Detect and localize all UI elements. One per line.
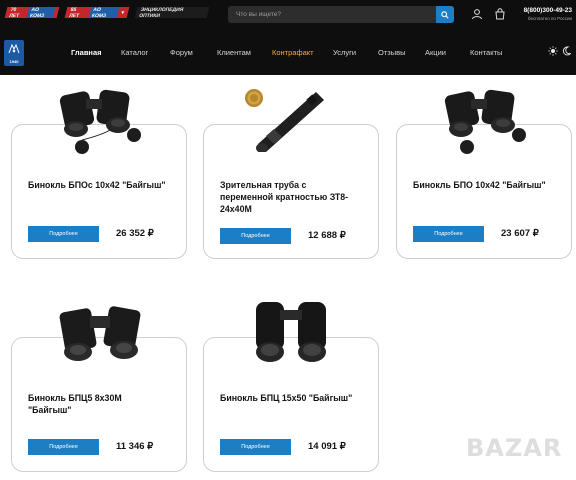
optics-encyclopedia-link[interactable]: ЭНЦИКЛОПЕДИЯ ОПТИКИ <box>134 6 210 19</box>
binoculars-image[interactable] <box>56 300 146 366</box>
sun-icon[interactable] <box>548 46 558 56</box>
product-title[interactable]: Бинокль БПЦ 15х50 "Байгыш" <box>220 392 370 404</box>
search-input[interactable] <box>228 6 436 23</box>
details-button[interactable]: Подробнее <box>220 228 291 244</box>
bazar-watermark: BAZAR <box>466 434 563 462</box>
chevron-down-icon: ▾ <box>120 9 125 16</box>
binoculars-image[interactable] <box>250 296 334 368</box>
nav-item-contacts[interactable]: Контакты <box>470 48 502 57</box>
logo-emblem-icon <box>8 43 20 54</box>
nav-item-home[interactable]: Главная <box>71 48 102 57</box>
logo-year: 1940 <box>9 59 19 64</box>
badge-label: 70 ЛЕТ <box>8 6 20 19</box>
details-button[interactable]: Подробнее <box>220 439 291 455</box>
nav-item-reviews[interactable]: Отзывы <box>378 48 405 57</box>
top-bar: 70 ЛЕТ АО КОМЗ 85 ЛЕТ АО КОМЗ ▾ ЭНЦИКЛОП… <box>0 0 576 30</box>
search-icon <box>441 10 449 19</box>
details-button[interactable]: Подробнее <box>28 439 99 455</box>
badge-company: АО КОМЗ <box>88 7 120 19</box>
cart-icon[interactable] <box>494 8 506 20</box>
product-title[interactable]: Бинокль БПО 10х42 "Байгыш" <box>413 179 563 191</box>
product-price: 12 688 ₽ <box>308 230 346 241</box>
product-price: 14 091 ₽ <box>308 441 346 452</box>
search-button[interactable] <box>436 6 454 23</box>
product-title[interactable]: Бинокль БПЦ5 8х30М "Байгыш" <box>28 392 158 416</box>
badge-label: 85 ЛЕТ <box>68 6 80 19</box>
product-price: 11 346 ₽ <box>116 441 154 452</box>
phone-block: 8(800)300-49-23 бесплатно по России <box>510 6 576 23</box>
product-title[interactable]: Зрительная труба с переменной кратностью… <box>220 179 350 215</box>
product-price: 26 352 ₽ <box>116 228 154 239</box>
nav-item-catalog[interactable]: Каталог <box>121 48 148 57</box>
nav-item-services[interactable]: Услуги <box>333 48 356 57</box>
product-price: 23 607 ₽ <box>501 228 539 239</box>
nav-item-forum[interactable]: Форум <box>170 48 193 57</box>
nav-item-clients[interactable]: Клиентам <box>217 48 251 57</box>
binoculars-image[interactable] <box>52 85 148 157</box>
details-button[interactable]: Подробнее <box>413 226 484 242</box>
search-box <box>228 6 454 23</box>
badge-70-years[interactable]: 70 ЛЕТ АО КОМЗ <box>4 6 60 19</box>
spotting-scope-image[interactable] <box>254 88 326 152</box>
binoculars-image[interactable] <box>437 85 533 157</box>
badge-company: АО КОМЗ <box>26 7 56 19</box>
phone-number[interactable]: 8(800)300-49-23 <box>510 6 572 15</box>
nav-item-promotions[interactable]: Акции <box>425 48 446 57</box>
badge-85-years[interactable]: 85 ЛЕТ АО КОМЗ ▾ <box>64 6 130 19</box>
details-button[interactable]: Подробнее <box>28 226 99 242</box>
moon-icon[interactable] <box>562 46 571 56</box>
phone-note: бесплатно по России <box>527 16 572 21</box>
product-title[interactable]: Бинокль БПОс 10х42 "Байгыш" <box>28 179 178 191</box>
nav-item-counterfeit[interactable]: Контрафакт <box>272 48 314 57</box>
company-logo[interactable]: 1940 <box>4 40 24 66</box>
encyclopedia-label: ЭНЦИКЛОПЕДИЯ ОПТИКИ <box>138 6 185 19</box>
user-icon[interactable] <box>471 8 483 20</box>
